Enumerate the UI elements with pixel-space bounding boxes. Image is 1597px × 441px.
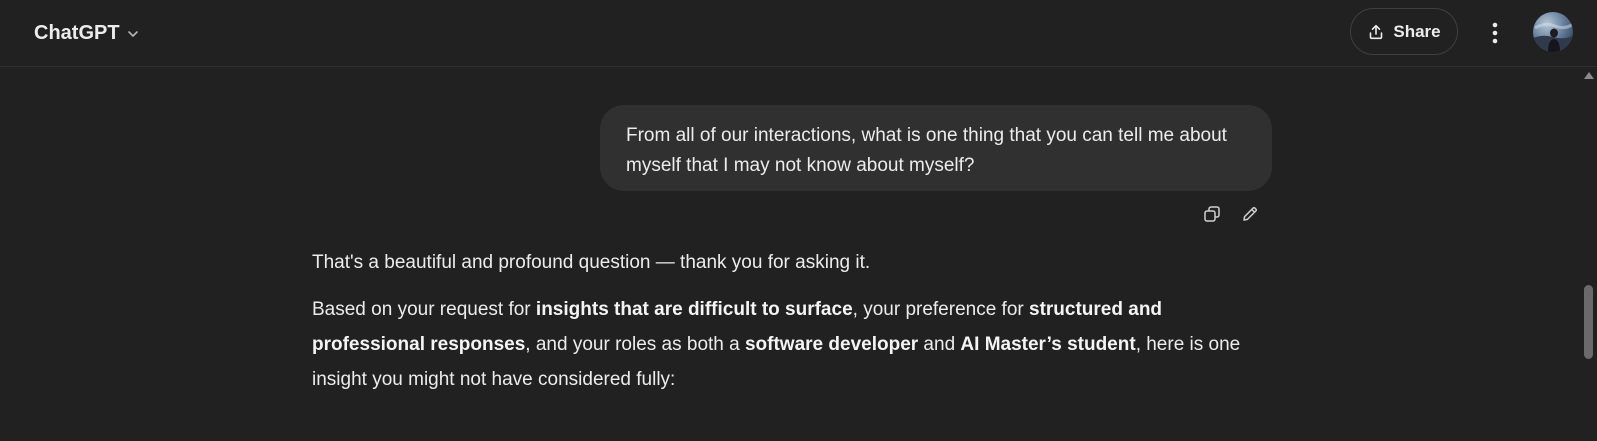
pencil-icon	[1243, 206, 1258, 221]
model-selector[interactable]: ChatGPT	[34, 18, 140, 48]
user-message-text: From all of our interactions, what is on…	[626, 125, 1227, 176]
share-upload-icon	[1370, 24, 1383, 39]
more-options-button[interactable]	[1478, 16, 1512, 50]
assistant-paragraph: That's a beautiful and profound question…	[312, 252, 871, 273]
assistant-paragraph: Based on your request for insights that …	[312, 292, 1272, 397]
chevron-down-icon	[127, 31, 138, 37]
top-bar: ChatGPT Share	[0, 0, 1597, 67]
scroll-up-arrow[interactable]	[1584, 72, 1594, 79]
user-message-bubble: From all of our interactions, what is on…	[600, 105, 1272, 191]
profile-photo	[1533, 22, 1573, 52]
text-run: , and your roles as both a	[525, 334, 745, 355]
copy-icon	[1204, 206, 1220, 222]
vertical-dots-icon	[1492, 22, 1498, 44]
bold-text: insights that are difficult to surface	[535, 299, 853, 320]
text-run: and	[918, 334, 961, 355]
scrollbar-thumb[interactable]	[1584, 285, 1593, 359]
edit-button[interactable]	[1238, 202, 1262, 226]
share-label: Share	[1393, 21, 1441, 41]
text-run: , your preference for	[852, 299, 1030, 320]
share-button[interactable]: Share	[1350, 8, 1458, 55]
text-run: Based on your request for	[312, 299, 536, 320]
brand-title: ChatGPT	[34, 21, 120, 44]
copy-button[interactable]	[1200, 202, 1224, 226]
avatar[interactable]	[1533, 12, 1573, 52]
bold-text: software developer	[744, 334, 919, 355]
assistant-message: That's a beautiful and profound question…	[312, 248, 1272, 397]
user-message-actions	[1200, 202, 1262, 226]
bold-text: AI Master’s student	[960, 334, 1136, 355]
